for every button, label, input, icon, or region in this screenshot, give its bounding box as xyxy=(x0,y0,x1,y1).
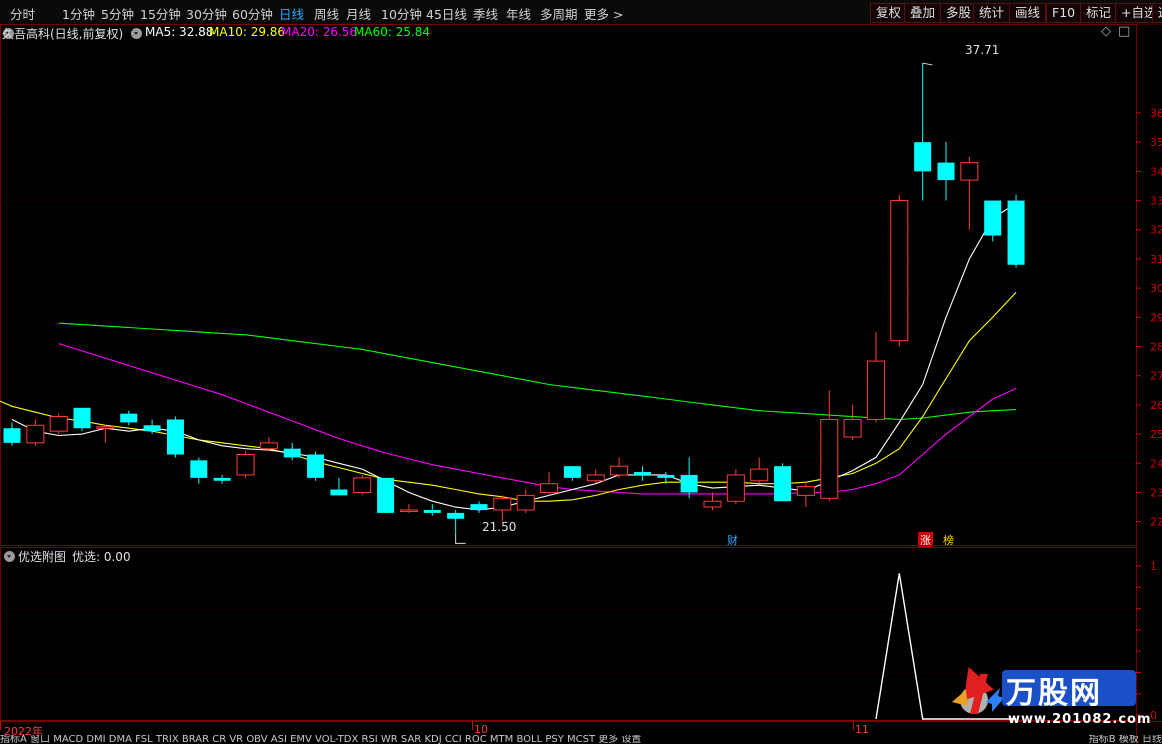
high-marker xyxy=(922,62,933,66)
watermark-url: www.201082.com xyxy=(1008,712,1152,727)
candle-body-17 xyxy=(399,509,418,512)
price-label-5: 27 xyxy=(1150,370,1162,383)
candle-body-24 xyxy=(563,466,581,478)
price-label-2: 24 xyxy=(1150,457,1162,470)
candle-body-40 xyxy=(937,162,955,181)
price-label-6: 28 xyxy=(1150,341,1162,354)
candle-body-25 xyxy=(586,474,605,482)
indicator-tab-strip[interactable]: 指标A 窗口 MACD DMI DMA FSL TRIX BRAR CR VR … xyxy=(0,735,870,744)
price-label-10: 32 xyxy=(1150,224,1162,237)
candle-body-22 xyxy=(516,494,535,511)
candle-body-2 xyxy=(49,416,68,432)
candle-body-38 xyxy=(890,200,909,342)
watermark-brand: 万股网 xyxy=(1006,676,1102,711)
candle-body-36 xyxy=(843,418,862,438)
candle-body-16 xyxy=(377,477,395,513)
candle-body-28 xyxy=(657,474,675,478)
candle-body-29 xyxy=(680,474,698,493)
candle-body-20 xyxy=(470,504,488,510)
price-label-14: 36 xyxy=(1150,107,1162,120)
candle-body-30 xyxy=(703,500,722,508)
candle-body-14 xyxy=(330,489,348,496)
candle-body-8 xyxy=(190,460,208,478)
brand-logo-icon xyxy=(952,666,1004,714)
candle-body-1 xyxy=(26,424,45,444)
price-label-1: 23 xyxy=(1150,486,1162,499)
candle-body-35 xyxy=(820,418,839,499)
candle-body-12 xyxy=(283,448,301,458)
candle-body-9 xyxy=(213,477,231,481)
price-label-11: 33 xyxy=(1150,195,1162,208)
candle-body-0 xyxy=(3,428,21,443)
price-label-3: 25 xyxy=(1150,428,1162,441)
price-label-13: 35 xyxy=(1150,136,1162,149)
candle-body-42 xyxy=(984,200,1002,236)
sub-tick-label-0: 1 xyxy=(1150,560,1157,573)
candle-body-32 xyxy=(750,468,769,482)
candle-body-6 xyxy=(143,425,161,432)
candle-body-43 xyxy=(1007,200,1025,265)
candle-body-37 xyxy=(866,360,885,420)
candle-body-26 xyxy=(610,465,629,476)
watermark: 万股网 www.201082.com xyxy=(948,662,1151,732)
template-strip[interactable]: 指标B 模板 日线 xyxy=(1068,735,1162,744)
ma5-line xyxy=(11,203,1017,511)
candle-body-11 xyxy=(259,442,278,450)
candle-body-4 xyxy=(96,426,115,429)
candle-body-10 xyxy=(236,454,255,476)
candle-body-23 xyxy=(540,483,559,493)
candle-body-19 xyxy=(447,512,465,519)
candle-body-31 xyxy=(726,474,745,502)
ma10-line xyxy=(0,291,1017,502)
candle-body-27 xyxy=(633,472,651,475)
price-label-8: 30 xyxy=(1150,282,1162,295)
candle-body-33 xyxy=(774,466,792,502)
price-label-12: 34 xyxy=(1150,165,1162,178)
price-label-9: 31 xyxy=(1150,253,1162,266)
price-label-7: 29 xyxy=(1150,311,1162,324)
candle-body-7 xyxy=(166,419,184,455)
candle-body-3 xyxy=(73,407,91,429)
candle-body-13 xyxy=(307,454,325,478)
candle-body-18 xyxy=(423,509,441,513)
low-marker xyxy=(455,533,466,544)
candle-body-5 xyxy=(120,413,138,423)
candle-body-15 xyxy=(353,477,372,493)
price-label-0: 22 xyxy=(1150,516,1162,529)
price-label-4: 26 xyxy=(1150,399,1162,412)
candle-body-21 xyxy=(493,497,512,511)
kline-chart: 22232425262728293031323334353610 xyxy=(0,24,1162,744)
candle-body-34 xyxy=(796,486,815,496)
candle-body-41 xyxy=(960,162,979,181)
candle-body-39 xyxy=(914,142,932,172)
